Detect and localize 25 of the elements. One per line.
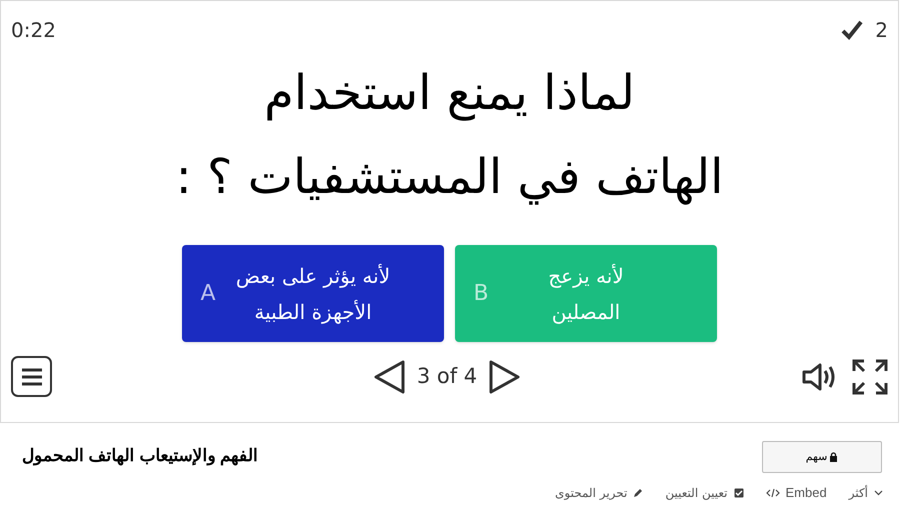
timer: 0:22: [11, 17, 56, 44]
next-icon[interactable]: [489, 360, 522, 394]
answer-letter: A: [199, 280, 217, 308]
lock-icon: [829, 452, 838, 462]
code-icon: [766, 488, 780, 498]
answer-text: لأنه يزعج المصلين: [547, 262, 625, 326]
answer-letter: B: [472, 280, 490, 308]
page-indicator: 3 of 4: [416, 362, 478, 390]
footer-link[interactable]: تحرير المحتوى: [555, 484, 644, 502]
menu-button[interactable]: [11, 356, 52, 397]
menu-icon: [20, 366, 42, 386]
question-text: لماذا يمنع استخدام الهاتف في المستشفيات ؟ :: [176, 64, 724, 207]
footer-link[interactable]: Embed: [766, 483, 827, 502]
previous-icon[interactable]: [372, 360, 405, 394]
share-button[interactable]: سهم: [762, 441, 882, 473]
checkbox-icon: [734, 488, 744, 498]
checkmark-icon: [841, 20, 864, 40]
chevron-down-icon: [874, 490, 883, 496]
pencil-icon: [633, 488, 644, 498]
score: 2: [875, 17, 888, 44]
footer-link[interactable]: تعيين التعيين: [665, 484, 744, 502]
footer-link[interactable]: أكثر: [848, 484, 883, 502]
activity-title: الفهم والإستيعاب الهاتف المحمول: [22, 445, 258, 468]
fullscreen-icon[interactable]: [852, 358, 888, 394]
answer-text: لأنه يؤثر على بعض الأجهزة الطبية: [234, 262, 392, 326]
